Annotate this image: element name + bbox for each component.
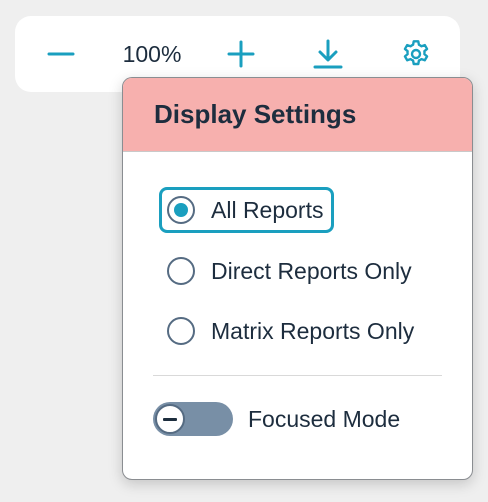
- radio-label-matrix-reports-only: Matrix Reports Only: [211, 317, 415, 344]
- radio-all-reports[interactable]: All Reports: [159, 187, 335, 233]
- zoom-out-button[interactable]: [40, 16, 82, 92]
- switch-knob: [155, 404, 185, 434]
- radio-button-selected[interactable]: [167, 196, 195, 224]
- focused-mode-label: Focused Mode: [248, 405, 401, 432]
- radio-label-all-reports: All Reports: [211, 196, 324, 223]
- display-settings-popover: Display Settings All Reports Direct Repo…: [122, 77, 473, 480]
- radio-button[interactable]: [167, 317, 195, 345]
- radio-dot: [174, 203, 188, 217]
- radio-button[interactable]: [167, 257, 195, 285]
- radio-matrix-reports-only[interactable]: Matrix Reports Only: [159, 308, 414, 354]
- minus-icon: [47, 52, 75, 56]
- gear-icon: [403, 40, 429, 66]
- popover-title: Display Settings: [154, 99, 357, 129]
- radio-label-direct-reports-only: Direct Reports Only: [211, 257, 412, 284]
- download-icon: [313, 39, 343, 69]
- switch-off-icon: [163, 417, 177, 421]
- popover-header: Display Settings: [123, 78, 472, 152]
- plus-icon: [227, 40, 255, 68]
- focused-mode-toggle-row[interactable]: Focused Mode: [153, 400, 400, 438]
- divider: [153, 375, 442, 376]
- radio-direct-reports-only[interactable]: Direct Reports Only: [159, 248, 412, 294]
- focused-mode-switch[interactable]: [153, 402, 233, 436]
